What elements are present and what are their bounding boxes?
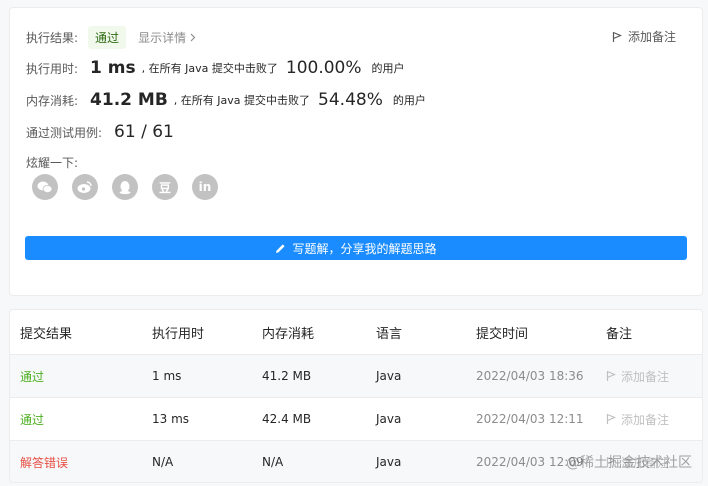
- row-memory: 42.4 MB: [262, 412, 312, 426]
- memory-percentile: 54.48%: [318, 90, 383, 110]
- submission-result-card: 执行结果: 通过 显示详情 添加备注 执行用时: 1 ms , 在所有 Java…: [9, 7, 703, 296]
- add-note-button[interactable]: 添加备注: [612, 28, 676, 45]
- row-memory: N/A: [262, 455, 284, 469]
- share-label: 炫耀一下:: [26, 156, 79, 170]
- douban-icon[interactable]: 豆: [152, 174, 178, 200]
- row-language: Java: [376, 369, 402, 383]
- header-memory: 内存消耗: [262, 326, 315, 342]
- table-header-row: 提交结果 执行用时 内存消耗 语言 提交时间 备注: [10, 310, 702, 354]
- row-runtime: 1 ms: [152, 369, 182, 383]
- linkedin-icon[interactable]: in: [192, 174, 218, 200]
- row-submit-time: 2022/04/03 18:36: [476, 369, 584, 383]
- runtime-percentile: 100.00%: [285, 58, 362, 78]
- row-language: Java: [376, 412, 402, 426]
- write-solution-button[interactable]: 写题解，分享我的解题思路: [25, 236, 687, 260]
- flag-icon: [612, 31, 622, 42]
- pencil-icon: [276, 243, 286, 253]
- row-result-link[interactable]: 通过: [20, 398, 44, 440]
- watermark: @稀土掘金技术社区: [566, 455, 692, 471]
- memory-beat-text: , 在所有 Java 提交中击败了: [173, 94, 311, 107]
- tests-label: 通过测试用例:: [26, 125, 103, 140]
- runtime-suffix: 的用户: [371, 62, 405, 75]
- chevron-right-icon: [190, 33, 196, 42]
- tests-value: 61 / 61: [114, 122, 174, 142]
- result-label: 执行结果:: [26, 31, 79, 45]
- flag-icon: [606, 413, 616, 424]
- row-add-note-button[interactable]: 添加备注: [606, 355, 669, 397]
- row-submit-time: 2022/04/03 12:11: [476, 412, 584, 426]
- add-note-label: 添加备注: [627, 30, 676, 44]
- result-row: 执行结果: 通过 显示详情: [26, 26, 196, 49]
- tests-row: 通过测试用例: 61 / 61: [26, 122, 180, 142]
- memory-label: 内存消耗:: [26, 93, 79, 108]
- memory-suffix: 的用户: [392, 94, 426, 107]
- table-row[interactable]: 通过 13 ms 42.4 MB Java 2022/04/03 12:11 添…: [10, 397, 702, 440]
- header-result: 提交结果: [20, 326, 73, 342]
- row-language: Java: [376, 455, 402, 469]
- row-add-note-button[interactable]: 添加备注: [606, 398, 669, 440]
- runtime-beat-text: , 在所有 Java 提交中击败了: [141, 62, 278, 75]
- result-status-badge: 通过: [88, 26, 127, 49]
- runtime-value: 1 ms: [90, 58, 136, 78]
- weibo-icon[interactable]: [72, 174, 98, 200]
- qq-icon[interactable]: [112, 174, 138, 200]
- write-solution-label: 写题解，分享我的解题思路: [292, 241, 437, 256]
- row-add-note-label: 添加备注: [621, 369, 670, 384]
- row-add-note-label: 添加备注: [621, 412, 670, 427]
- show-details-link[interactable]: 显示详情: [138, 29, 196, 46]
- row-runtime: N/A: [152, 455, 174, 469]
- header-language: 语言: [376, 326, 403, 342]
- memory-value: 41.2 MB: [90, 90, 168, 110]
- row-result-link[interactable]: 解答错误: [20, 441, 68, 482]
- share-icons: 豆 in: [32, 174, 218, 200]
- memory-row: 内存消耗: 41.2 MB , 在所有 Java 提交中击败了 54.48% 的…: [26, 90, 426, 110]
- show-details-label: 显示详情: [138, 31, 187, 45]
- runtime-label: 执行用时:: [26, 61, 79, 76]
- header-submit-time: 提交时间: [476, 326, 529, 342]
- row-result-link[interactable]: 通过: [20, 355, 44, 397]
- flag-icon: [606, 370, 616, 381]
- row-memory: 41.2 MB: [262, 369, 312, 383]
- wechat-icon[interactable]: [32, 174, 58, 200]
- row-runtime: 13 ms: [152, 412, 190, 426]
- header-runtime: 执行用时: [152, 326, 205, 342]
- runtime-row: 执行用时: 1 ms , 在所有 Java 提交中击败了 100.00% 的用户: [26, 58, 405, 78]
- share-row: 炫耀一下:: [26, 154, 78, 171]
- header-note: 备注: [606, 326, 633, 342]
- table-row[interactable]: 通过 1 ms 41.2 MB Java 2022/04/03 18:36 添加…: [10, 354, 702, 397]
